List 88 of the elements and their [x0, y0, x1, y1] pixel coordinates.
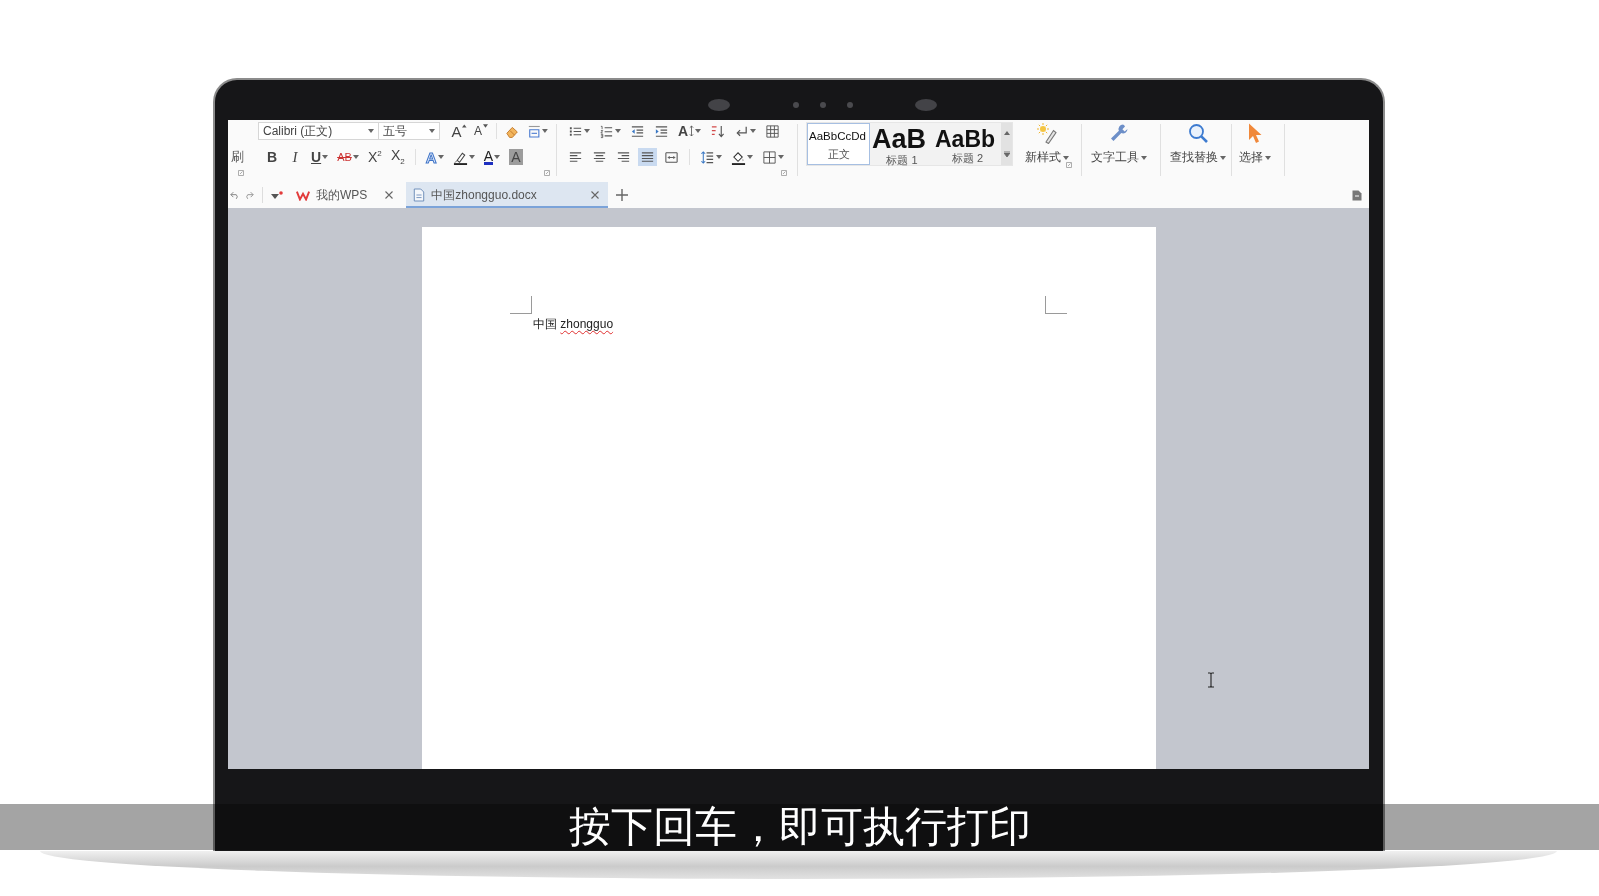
caret-icon	[322, 155, 329, 159]
font-name-combo[interactable]: Calibri (正文)	[258, 122, 379, 140]
table-icon	[765, 123, 781, 139]
sensor-icon	[793, 102, 799, 108]
caret-icon	[468, 155, 475, 159]
caret-icon	[542, 129, 548, 133]
caret-icon	[750, 129, 757, 133]
wrench-icon	[1108, 122, 1130, 144]
justify-icon	[640, 149, 655, 165]
search-icon	[1187, 122, 1209, 144]
sparkle-pen-icon	[1036, 122, 1058, 144]
distribute-icon	[664, 149, 679, 165]
corner-mark-icon	[1045, 296, 1067, 314]
new-style-button[interactable]: 新样式	[1020, 122, 1074, 168]
caret-icon	[428, 129, 435, 133]
sort-icon	[710, 123, 726, 139]
shrink-font-button[interactable]: A	[472, 122, 490, 140]
grow-font-button[interactable]: A	[449, 122, 469, 140]
subtitle-text: 按下回车，即可执行打印	[568, 804, 1031, 850]
style-item[interactable]: AaBb 标题 2	[933, 123, 1001, 165]
home-tab[interactable]: 我的WPS	[289, 182, 403, 208]
increase-indent-icon	[654, 123, 669, 139]
page-icon[interactable]	[1352, 189, 1362, 201]
paint-bucket-icon	[731, 149, 746, 165]
caret-icon	[1220, 155, 1226, 160]
caret-icon	[778, 155, 784, 159]
line-spacing-button[interactable]	[698, 148, 724, 166]
close-button[interactable]	[589, 189, 602, 201]
close-button[interactable]	[383, 189, 396, 201]
find-replace-button[interactable]: 查找替换	[1165, 122, 1231, 168]
justify-button[interactable]	[638, 148, 657, 166]
align-right-icon	[616, 149, 631, 165]
borders-icon	[762, 149, 777, 165]
style-item[interactable]: AaB 标题 1	[870, 123, 933, 165]
superscript-button[interactable]: X$^{2}$	[365, 148, 384, 166]
align-center-icon	[592, 149, 607, 165]
align-left-icon	[568, 149, 583, 165]
decrease-indent-icon	[630, 123, 645, 139]
text-direction-button[interactable]: A	[676, 122, 704, 140]
bold-button[interactable]: B	[263, 148, 281, 166]
logo-icon	[296, 189, 310, 201]
phonetic-guide-icon	[526, 123, 542, 139]
font-color-button[interactable]: A	[481, 148, 502, 166]
document-text: 中国 zhongguo	[533, 316, 614, 332]
caret-icon	[494, 155, 500, 159]
caret-icon	[1063, 155, 1069, 160]
scroll-up-icon[interactable]	[1003, 131, 1010, 135]
corner-mark-icon	[510, 296, 532, 314]
caret-icon	[437, 155, 444, 159]
close-icon	[385, 191, 394, 199]
redo-icon	[244, 190, 254, 200]
close-icon	[591, 191, 600, 199]
font-size-combo[interactable]: 五号	[377, 122, 440, 140]
line-spacing-icon	[700, 149, 715, 165]
up-caret-icon	[462, 124, 467, 128]
italic-button[interactable]: I	[286, 148, 304, 166]
subscript-button[interactable]: X$_{2}$	[388, 148, 407, 166]
camera-icon	[708, 99, 730, 111]
caret-icon	[695, 129, 702, 133]
more-styles-icon[interactable]	[1003, 151, 1010, 157]
numbered-list-icon	[599, 123, 614, 139]
caret-icon	[1141, 155, 1147, 160]
caret-icon	[615, 129, 621, 133]
down-caret-icon	[483, 124, 488, 128]
caret-with-dot-icon	[271, 190, 283, 200]
format-painter-button[interactable]: 刷	[230, 148, 244, 166]
style-item[interactable]: AaBbCcDd 正文	[807, 123, 870, 165]
caret-icon	[716, 155, 722, 159]
document-tab[interactable]: 中国zhongguo.docx	[406, 182, 609, 208]
caret-icon	[352, 155, 359, 159]
caret-icon	[747, 155, 753, 159]
underline-button[interactable]: U	[309, 148, 331, 166]
caret-icon	[1265, 155, 1271, 160]
sensor-icon	[820, 102, 826, 108]
document-icon	[413, 188, 426, 202]
borders-button[interactable]	[760, 148, 786, 166]
caret-icon	[367, 129, 374, 133]
select-button[interactable]: 选择	[1234, 122, 1276, 168]
text-tools-button[interactable]: 文字工具	[1086, 122, 1152, 168]
sensor-icon	[915, 99, 937, 111]
undo-icon	[230, 190, 240, 200]
caret-icon	[584, 129, 590, 133]
up-down-arrow-icon	[689, 125, 695, 137]
text-cursor-icon	[1207, 672, 1215, 688]
plus-icon	[616, 189, 629, 201]
strikethrough-button[interactable]: AB	[335, 148, 361, 166]
sensor-icon	[847, 102, 853, 108]
character-shading-button[interactable]: A	[507, 148, 525, 166]
